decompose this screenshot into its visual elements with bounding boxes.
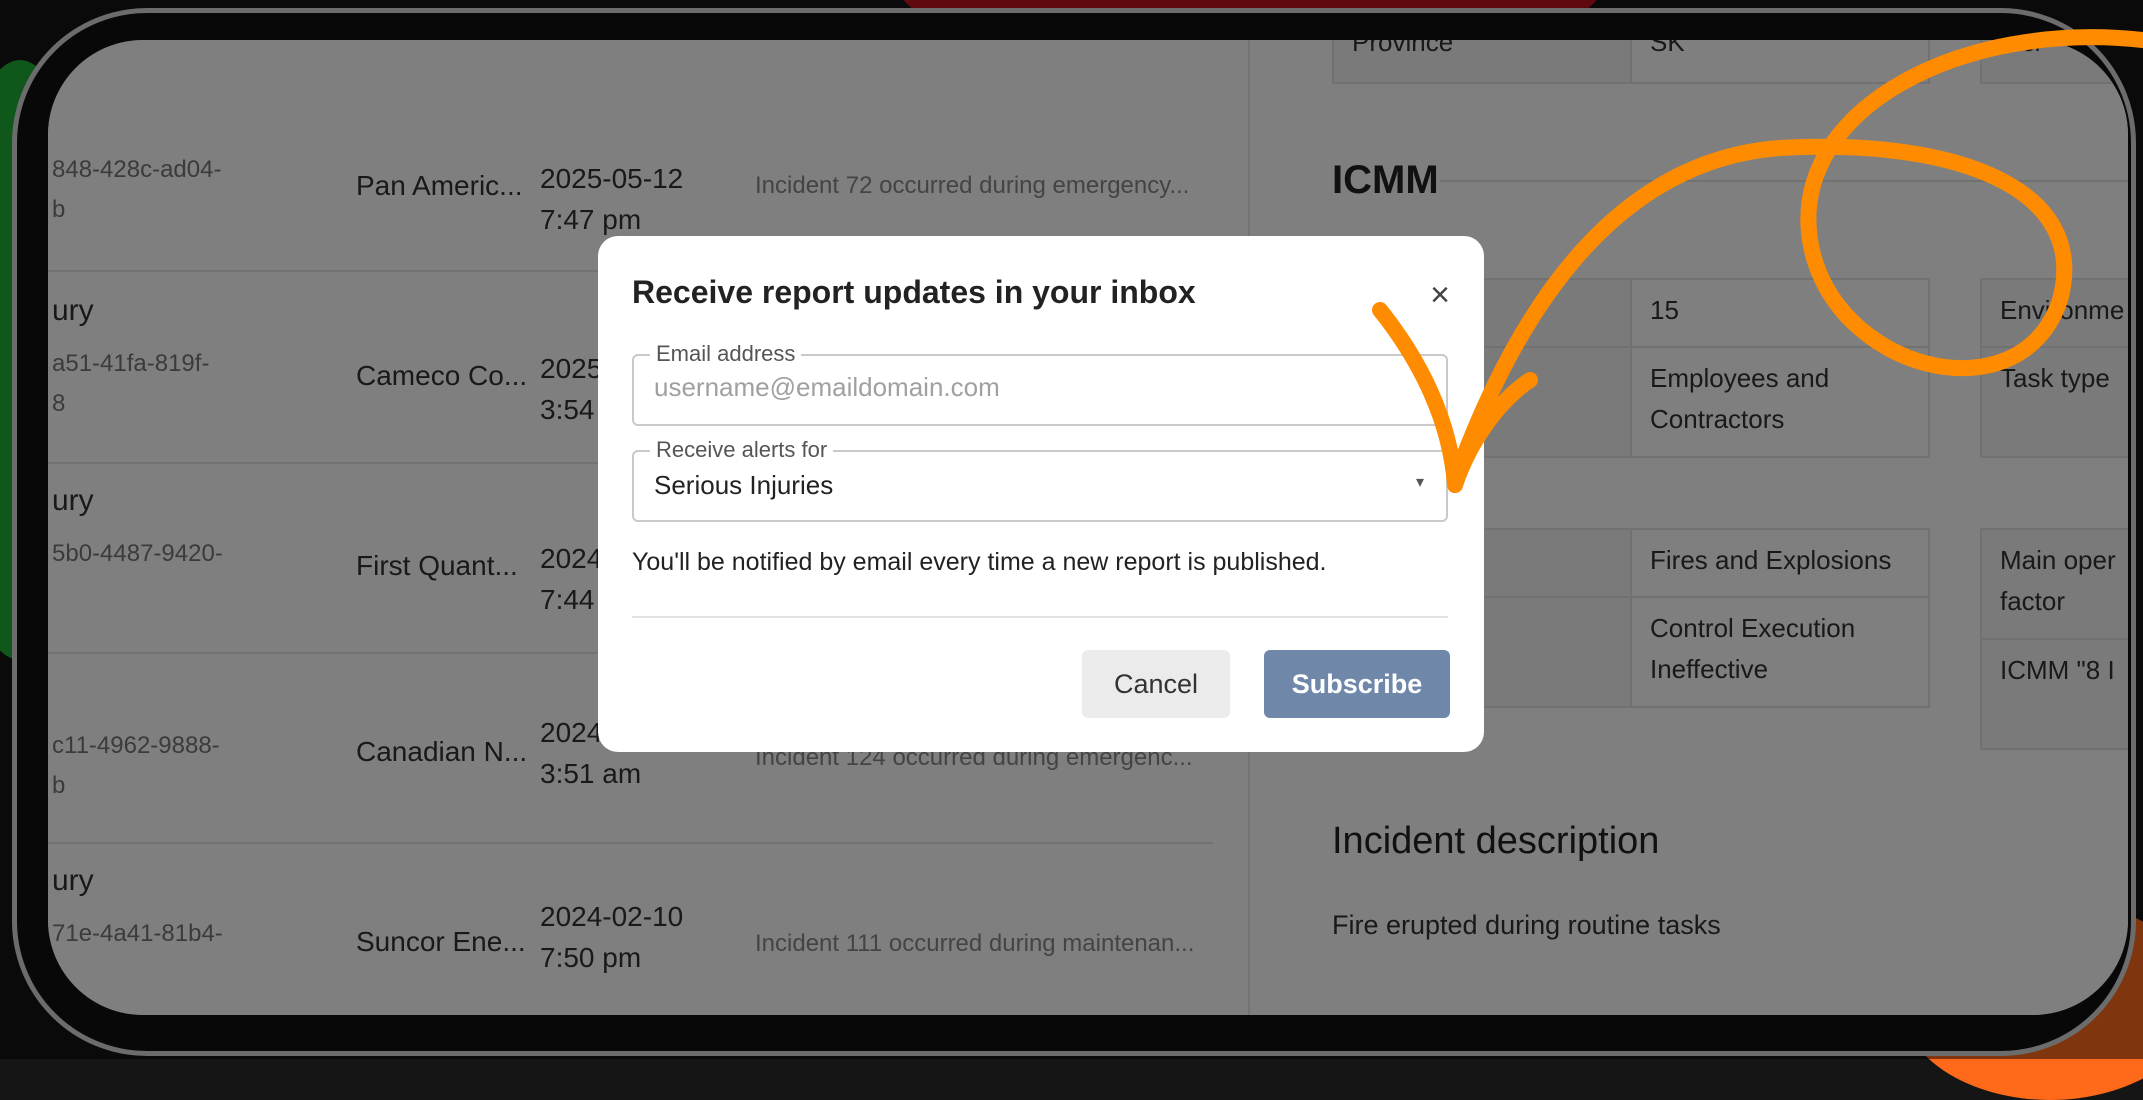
email-field-label: Email address — [650, 342, 802, 366]
modal-divider — [632, 616, 1448, 618]
email-input[interactable] — [654, 372, 1394, 403]
chevron-down-icon[interactable]: ▾ — [1416, 472, 1424, 492]
alerts-field-label: Receive alerts for — [650, 438, 834, 462]
subscribe-button[interactable]: Subscribe — [1264, 650, 1450, 718]
helper-text: You'll be notified by email every time a… — [632, 548, 1327, 576]
alerts-selected-value: Serious Injuries — [654, 470, 834, 500]
close-icon[interactable]: × — [1430, 276, 1450, 315]
subscribe-modal: Receive report updates in your inbox × E… — [598, 236, 1484, 752]
modal-title: Receive report updates in your inbox — [632, 274, 1196, 310]
email-field[interactable]: Email address — [632, 342, 1448, 426]
cancel-button[interactable]: Cancel — [1082, 650, 1230, 718]
alerts-select[interactable]: Receive alerts for Serious Injuries ▾ — [632, 438, 1448, 522]
